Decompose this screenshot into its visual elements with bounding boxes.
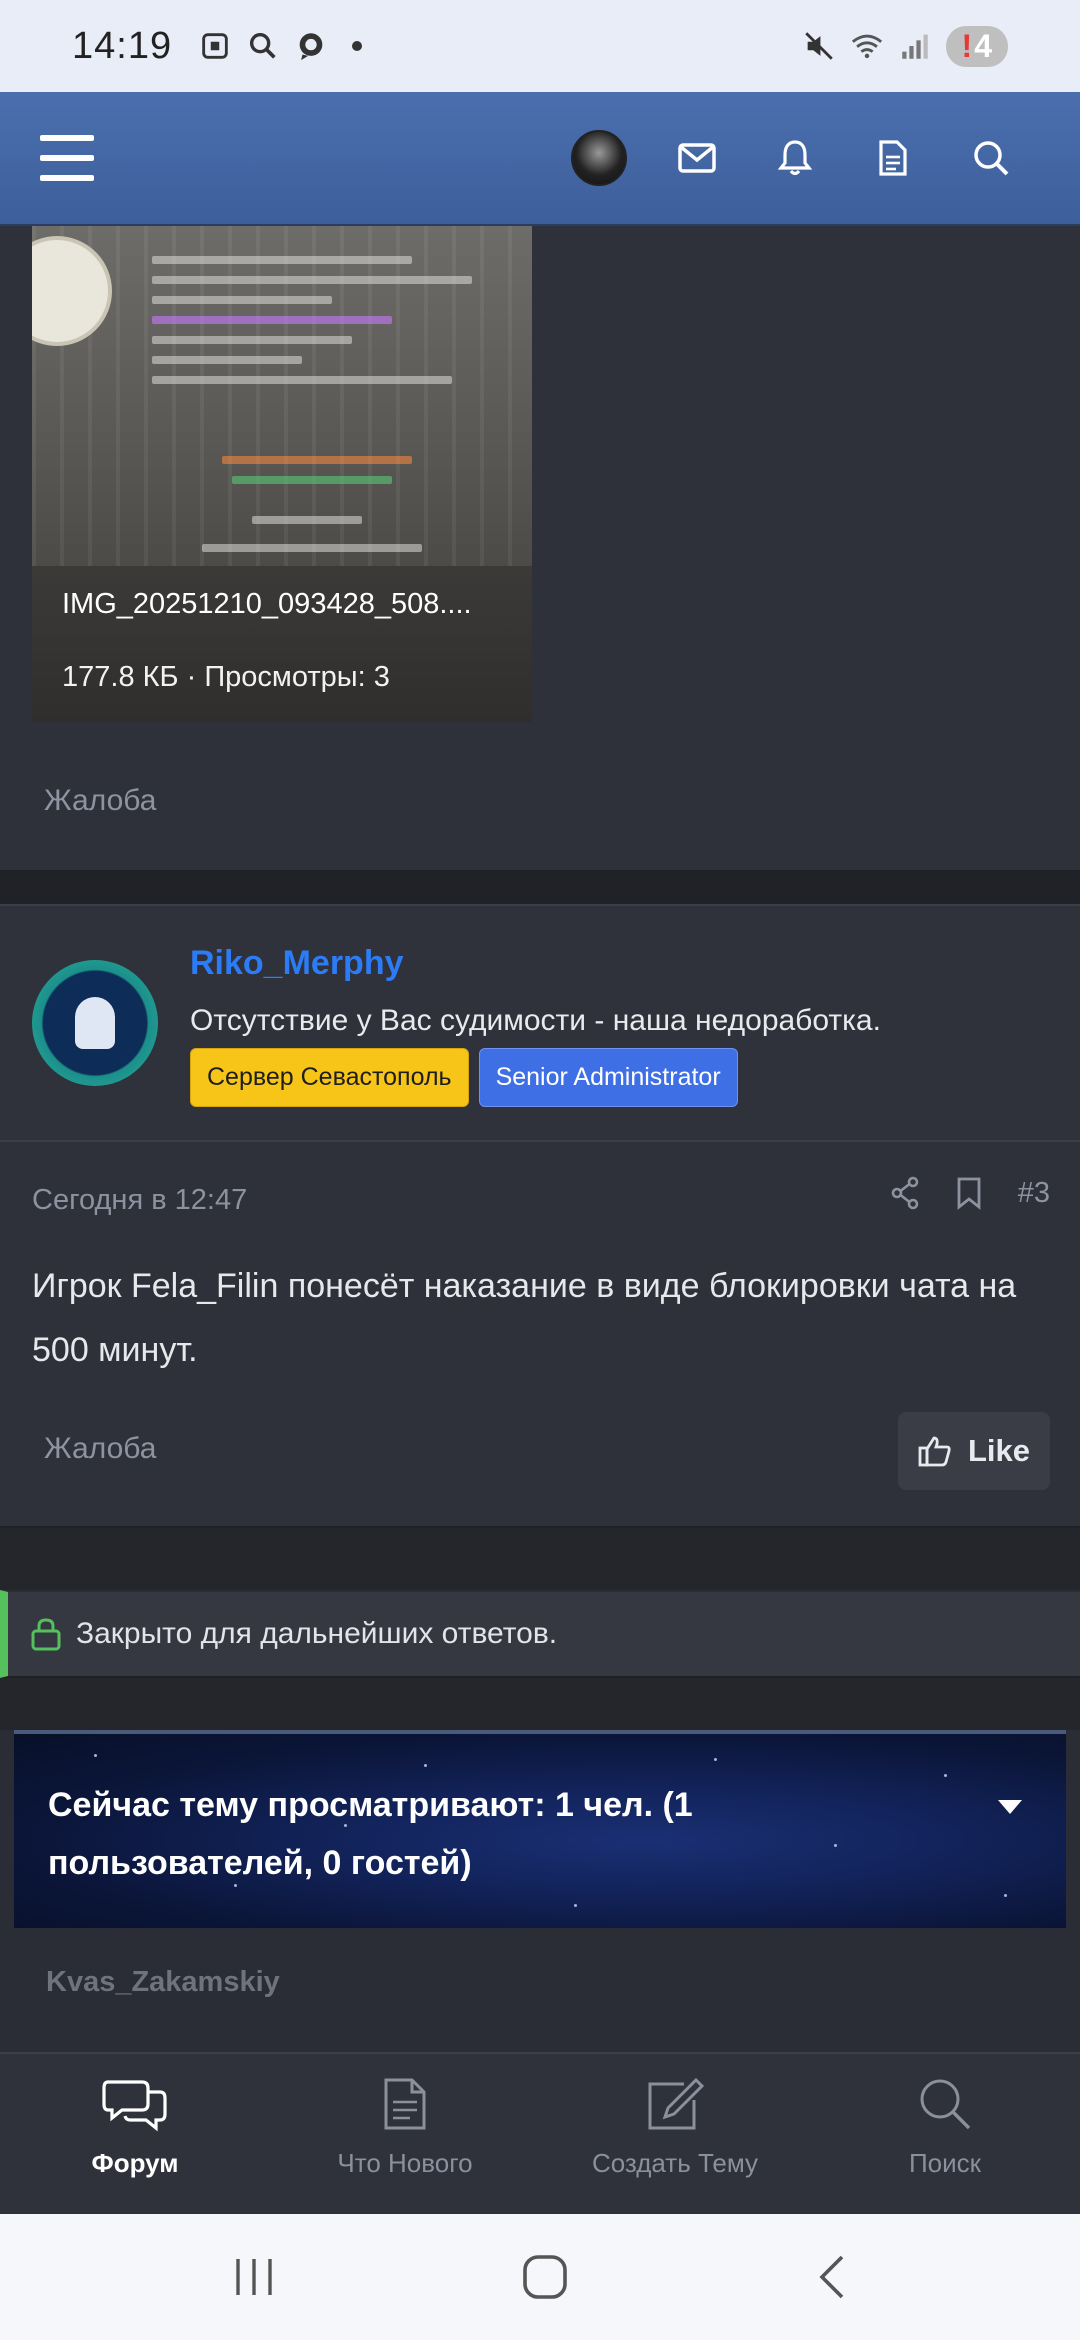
like-label: Like — [967, 1433, 1031, 1468]
viewers-title: Сейчас тему просматривают: 1 чел. (1 пол… — [48, 1786, 693, 1882]
post-number-link[interactable]: #3 — [1018, 1177, 1050, 1210]
attachment-image — [32, 226, 532, 566]
tab-whats-new[interactable]: Что Нового — [270, 2054, 540, 2214]
report-link[interactable]: Жалоба — [44, 784, 156, 818]
back-icon[interactable] — [814, 2253, 848, 2301]
more-notifications-dot — [352, 41, 363, 51]
attachment-caption: IMG_20251210_093428_508.... 177.8 КБ · П… — [32, 566, 532, 722]
tab-label: Форум — [91, 2148, 179, 2178]
mute-icon — [804, 32, 833, 60]
bell-icon — [778, 140, 812, 176]
tab-label: Что Нового — [337, 2148, 473, 2178]
tab-label: Создать Тему — [591, 2148, 759, 2178]
tab-forum[interactable]: Форум — [0, 2054, 270, 2214]
system-navigation-bar — [0, 2214, 1080, 2340]
user-title: Отсутствие у Вас судимости - наша недора… — [190, 1004, 881, 1037]
viewers-section: Сейчас тему просматривают: 1 чел. (1 пол… — [0, 1730, 1080, 2044]
chevron-down-icon[interactable] — [998, 1800, 1022, 1814]
status-bar: 14:19 ! 4 — [0, 0, 1080, 92]
battery-level: 4 — [974, 27, 992, 64]
lock-icon — [31, 1618, 61, 1651]
post-date[interactable]: Сегодня в 12:47 — [32, 1184, 247, 1217]
top-navigation — [0, 92, 1080, 226]
username-link[interactable]: Riko_Merphy — [190, 944, 404, 983]
server-badge: Сервер Севастополь — [190, 1048, 469, 1107]
share-icon[interactable] — [890, 1176, 920, 1210]
like-button[interactable]: Like — [898, 1412, 1050, 1490]
post-user-info: Riko_Merphy Отсутствие у Вас судимости -… — [0, 906, 1080, 1142]
post-body: Сегодня в 12:47 #3 Игрок Fela_Filin поне… — [0, 1142, 1080, 1526]
inbox-button[interactable] — [648, 118, 746, 198]
search-icon — [974, 141, 1009, 176]
post-message: Игрок Fela_Filin понесёт наказание в вид… — [32, 1267, 1017, 1369]
attachment-thumbnail[interactable]: IMG_20251210_093428_508.... 177.8 КБ · П… — [32, 226, 532, 722]
chat-bubbles-icon — [102, 2080, 167, 2132]
wifi-icon — [851, 34, 882, 59]
account-button[interactable] — [550, 118, 648, 198]
screenshot-icon — [202, 33, 228, 59]
edit-icon — [648, 2077, 705, 2130]
divider — [0, 1678, 1080, 1730]
document-icon — [879, 140, 907, 176]
status-notification-icons — [198, 29, 363, 63]
attachment-meta: 177.8 КБ · Просмотры: 3 — [62, 661, 390, 693]
search-button[interactable] — [942, 118, 1040, 198]
tab-create-thread[interactable]: Создать Тему — [540, 2054, 810, 2214]
divider — [0, 1528, 1080, 1590]
battery-indicator: ! 4 — [945, 25, 1008, 67]
locked-notice: Закрыто для дальнейших ответов. — [0, 1590, 1080, 1678]
post-3: Riko_Merphy Отсутствие у Вас судимости -… — [0, 904, 1080, 1528]
thread-content: IMG_20251210_093428_508.... 177.8 КБ · П… — [0, 226, 1080, 2044]
user-avatar[interactable] — [32, 960, 158, 1086]
envelope-icon — [678, 143, 716, 173]
avatar — [571, 130, 627, 186]
search-status-icon — [250, 32, 276, 59]
document-icon — [384, 2078, 426, 2130]
message-status-icon — [299, 33, 323, 61]
viewer-username[interactable]: Kvas_Zakamskiy — [14, 1928, 1066, 2044]
search-icon — [920, 2079, 971, 2130]
post-actions: #3 — [890, 1176, 1050, 1210]
home-icon[interactable] — [521, 2253, 569, 2301]
previous-post-attachment: IMG_20251210_093428_508.... 177.8 КБ · П… — [0, 226, 1080, 872]
user-banners: Сервер Севастополь Senior Administrator — [190, 1048, 738, 1107]
tab-label: Поиск — [908, 2148, 982, 2178]
bookmark-icon[interactable] — [956, 1176, 982, 1210]
thumbs-up-icon — [918, 1436, 951, 1467]
alerts-button[interactable] — [746, 118, 844, 198]
bottom-tab-bar: Форум Что Нового Создать Тему Поиск — [0, 2052, 1080, 2214]
role-badge: Senior Administrator — [478, 1048, 738, 1107]
menu-icon[interactable] — [40, 135, 94, 181]
signal-icon — [901, 34, 928, 59]
attachment-filename: IMG_20251210_093428_508.... — [62, 588, 472, 620]
locked-text: Закрыто для дальнейших ответов. — [76, 1617, 558, 1650]
whats-new-button[interactable] — [844, 118, 942, 198]
viewers-header[interactable]: Сейчас тему просматривают: 1 чел. (1 пол… — [14, 1730, 1066, 1928]
battery-alert: ! — [961, 27, 973, 64]
recent-apps-icon[interactable] — [232, 2257, 276, 2297]
tab-search[interactable]: Поиск — [810, 2054, 1080, 2214]
report-link[interactable]: Жалоба — [44, 1432, 156, 1466]
divider — [0, 872, 1080, 904]
status-time: 14:19 — [72, 24, 173, 67]
